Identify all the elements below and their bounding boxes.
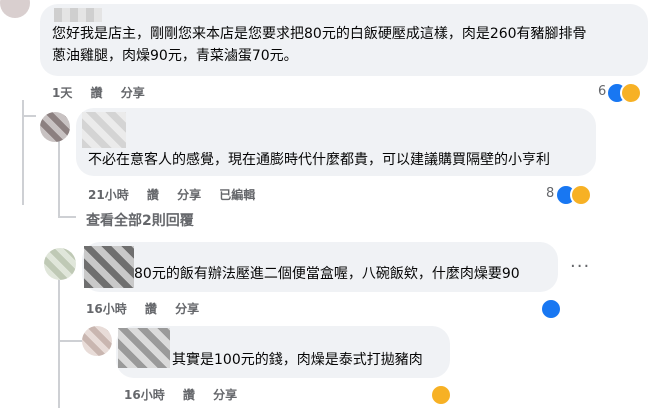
- haha-reaction-icon: [570, 184, 592, 206]
- view-all-replies[interactable]: 查看全部2則回覆: [86, 210, 194, 230]
- avatar[interactable]: [82, 326, 112, 356]
- share-button[interactable]: 分享: [175, 302, 199, 316]
- like-button[interactable]: 讚: [91, 86, 103, 100]
- commenter-name-blur[interactable]: [54, 8, 102, 22]
- thread-line: [58, 140, 60, 218]
- timestamp[interactable]: 21小時: [88, 188, 129, 202]
- timestamp[interactable]: 16小時: [86, 302, 127, 316]
- like-button[interactable]: 讚: [145, 302, 157, 316]
- commenter-name-blur[interactable]: [118, 328, 170, 368]
- thread-line: [58, 216, 76, 218]
- wow-reaction-icon: [430, 384, 452, 406]
- comment-meta: 16小時 讚 分享: [86, 300, 213, 317]
- comment-meta: 21小時 讚 分享 已編輯: [88, 186, 269, 203]
- timestamp[interactable]: 1天: [52, 86, 72, 100]
- comment-meta: 1天 讚 分享: [52, 84, 159, 101]
- like-button[interactable]: 讚: [183, 388, 195, 402]
- like-button[interactable]: 讚: [147, 188, 159, 202]
- thread-line: [58, 270, 60, 408]
- comment-text: 蔥油雞腿，肉燥90元，青菜滷蛋70元。: [52, 48, 298, 64]
- avatar[interactable]: [40, 112, 70, 142]
- avatar[interactable]: [44, 248, 76, 280]
- more-options-icon[interactable]: ···: [570, 256, 590, 277]
- comment-text: 其實是100元的錢，肉燥是泰式打拋豬肉: [172, 352, 423, 368]
- comment-text: 不必在意客人的感覺，現在通膨時代什麼都貴，可以建議購買隔壁的小亨利: [88, 152, 550, 168]
- comment-meta: 16小時 讚 分享: [124, 386, 251, 403]
- commenter-name-blur[interactable]: [82, 112, 126, 148]
- share-button[interactable]: 分享: [213, 388, 237, 402]
- comment-text: 您好我是店主，剛剛您来本店是您要求把80元的白飯硬壓成這樣，肉是260有豬腳排骨: [52, 26, 587, 42]
- avatar[interactable]: [0, 0, 30, 18]
- haha-reaction-icon: [620, 82, 642, 104]
- like-reaction-icon: [540, 298, 562, 320]
- commenter-name-blur[interactable]: [84, 246, 134, 288]
- share-button[interactable]: 分享: [177, 188, 201, 202]
- thread-line: [22, 115, 36, 117]
- reaction-count[interactable]: 8: [546, 186, 554, 201]
- share-button[interactable]: 分享: [121, 86, 145, 100]
- comment-text: 80元的飯有辦法壓進二個便當盒喔，八碗飯欸，什麼肉燥要90: [134, 266, 520, 282]
- edited-label: 已編輯: [219, 188, 256, 202]
- timestamp[interactable]: 16小時: [124, 388, 165, 402]
